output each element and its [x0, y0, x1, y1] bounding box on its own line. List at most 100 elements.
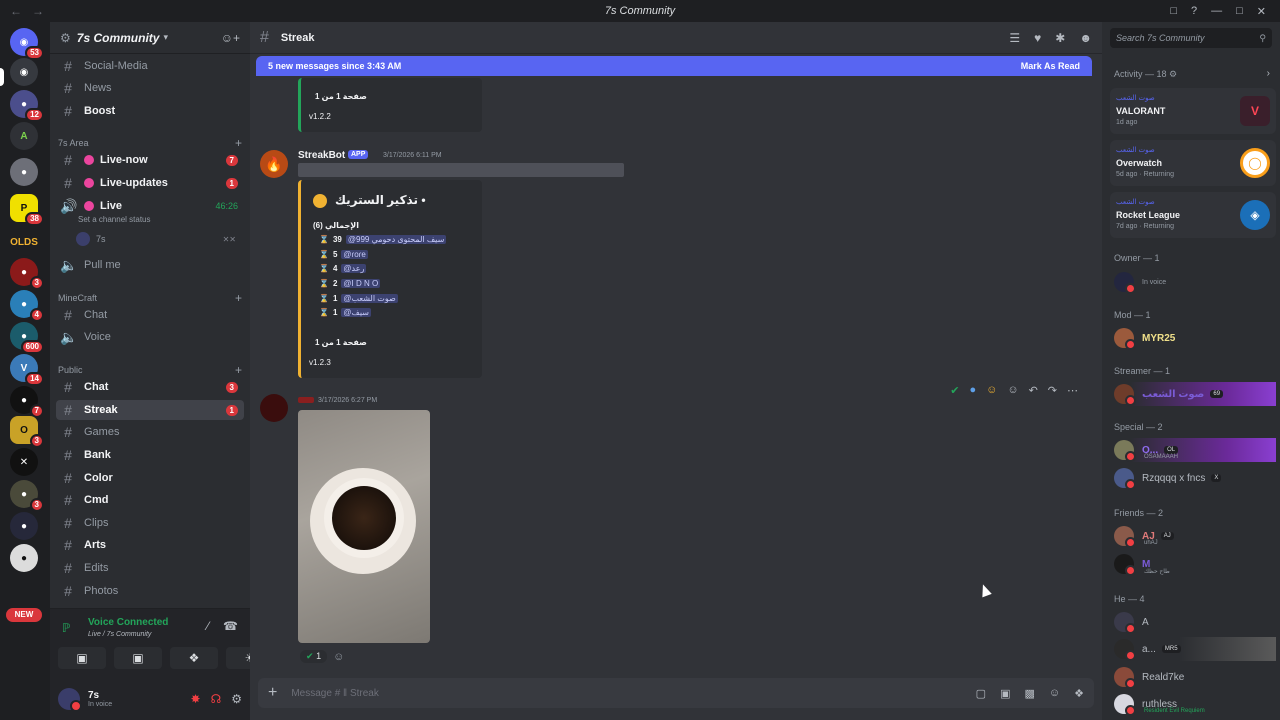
channel-news[interactable]: # News	[56, 78, 244, 98]
plus-icon[interactable]: +	[268, 684, 277, 702]
x-server-icon[interactable]: ✕	[10, 448, 38, 476]
inbox-icon[interactable]: □	[1170, 5, 1177, 17]
member-he[interactable]: A	[1114, 610, 1276, 634]
server-icon[interactable]: ● 7	[10, 386, 44, 418]
user-mention[interactable]: @سيف المحتوى دحومي 999	[345, 235, 447, 244]
server-icon[interactable]: ● 3	[10, 480, 44, 512]
channel-games[interactable]: # Games	[56, 422, 244, 442]
member-special[interactable]: O... OL OSAMAAAH	[1114, 438, 1276, 462]
mark-as-read-button[interactable]: Mark As Read	[1021, 61, 1080, 71]
voice-location[interactable]: Live / 7s Community	[88, 631, 151, 638]
apps-icon[interactable]: ❖	[1074, 687, 1084, 700]
server-icon[interactable]: ● 600	[10, 322, 44, 354]
check-reaction[interactable]: ✔ 1	[300, 650, 328, 663]
member-he[interactable]: Reald7ke	[1114, 665, 1276, 689]
server-icon[interactable]: ●	[10, 158, 38, 186]
category-7s-area[interactable]: 7s Area +	[58, 136, 242, 150]
add-reaction-icon[interactable]: ☺	[333, 651, 344, 663]
chevron-right-icon[interactable]: ›	[1267, 68, 1270, 79]
home-discord-icon[interactable]: ◉ 53	[10, 28, 44, 60]
add-channel-icon[interactable]: +	[235, 291, 242, 305]
channel-clips[interactable]: # Clips	[56, 513, 244, 533]
gif-icon[interactable]: ▣	[1000, 687, 1010, 700]
mic-muted-icon[interactable]: ✸	[191, 692, 201, 706]
server-icon[interactable]: ● 12	[10, 90, 44, 122]
forward-icon[interactable]: ↷	[1048, 384, 1057, 397]
sticker-icon[interactable]: ▩	[1024, 687, 1034, 700]
minimize-icon[interactable]: —	[1211, 5, 1222, 17]
channel-cmd[interactable]: # Cmd	[56, 490, 244, 510]
server-icon[interactable]: P 38	[10, 194, 44, 226]
bot-username[interactable]: StreakBot	[298, 150, 345, 161]
member-friend[interactable]: AJ AJ uhAJ	[1114, 524, 1276, 548]
member-mod[interactable]: MYR25	[1114, 326, 1276, 350]
voice-channel-live[interactable]: 🔊 Live 46:26	[56, 196, 244, 216]
user-mention[interactable]: @I D N O	[341, 279, 381, 288]
activity-card[interactable]: صوت الشعب VALORANT 1d ago V	[1110, 88, 1276, 134]
invite-people-icon[interactable]: ☺+	[221, 31, 240, 45]
channel-mc-chat[interactable]: # Chat	[56, 305, 244, 325]
emoji-react-icon[interactable]: ☺	[986, 384, 997, 397]
drop-react-icon[interactable]: ●	[969, 384, 976, 397]
channel-bank[interactable]: # Bank	[56, 445, 244, 465]
user-info[interactable]: 7s In voice	[88, 690, 112, 708]
guild-header[interactable]: ⚙ 7s Community ▾ ☺+	[50, 22, 250, 54]
channel-streak[interactable]: # Streak 1	[56, 400, 244, 420]
user-mention[interactable]: @سيف	[341, 308, 371, 317]
server-icon[interactable]: ◉	[10, 58, 38, 86]
add-channel-icon[interactable]: +	[235, 363, 242, 377]
pin-icon[interactable]: ✱	[1055, 31, 1065, 45]
member-list-icon[interactable]: ☻	[1079, 31, 1092, 45]
channel-photos[interactable]: # Photos	[56, 581, 244, 601]
coffee-photo-attachment[interactable]	[298, 410, 430, 643]
server-icon[interactable]: ●	[10, 512, 38, 540]
reply-icon[interactable]: ↶	[1029, 384, 1038, 397]
member-owner[interactable]: In voice	[1114, 270, 1276, 294]
user-avatar[interactable]	[260, 394, 288, 422]
category-minecraft[interactable]: MineCraft +	[58, 291, 242, 305]
server-icon[interactable]: V 14	[10, 354, 44, 386]
member-special[interactable]: Rzqqqq x fncs X	[1114, 466, 1276, 490]
category-public[interactable]: Public +	[58, 363, 242, 377]
threads-icon[interactable]: ☰	[1009, 31, 1020, 45]
member-he[interactable]: a... MR5	[1114, 637, 1276, 661]
voice-connected-status[interactable]: Voice Connected	[88, 617, 168, 628]
maximize-icon[interactable]: □	[1236, 5, 1243, 17]
voice-channel-mc-voice[interactable]: 🔈 Voice	[56, 327, 244, 347]
noise-suppression-icon[interactable]: ⁄	[207, 619, 209, 633]
activity-card[interactable]: صوت الشعب Rocket League 7d ago · Returni…	[1110, 192, 1276, 238]
help-icon[interactable]: ?	[1191, 5, 1197, 17]
user-mention[interactable]: @ɾoɾe	[341, 250, 368, 259]
screen-share-button[interactable]: ▣	[114, 647, 162, 669]
server-icon[interactable]: A	[10, 122, 38, 150]
disconnect-icon[interactable]: ☎	[223, 619, 238, 633]
bell-icon[interactable]: ♥	[1034, 31, 1041, 45]
gift-icon[interactable]: ▢	[976, 687, 986, 700]
bot-avatar[interactable]: 🔥	[260, 150, 288, 178]
add-reaction-icon[interactable]: ☺	[1007, 384, 1018, 397]
activity-header[interactable]: Activity — 18 ⚙	[1114, 69, 1177, 80]
channel-edits[interactable]: # Edits	[56, 558, 244, 578]
gear-icon[interactable]: ⚙	[231, 692, 242, 706]
activity-card[interactable]: صوت الشعب Overwatch 5d ago · Returning ◯	[1110, 140, 1276, 186]
channel-arts[interactable]: # Arts	[56, 535, 244, 555]
camera-off-button[interactable]: ▣	[58, 647, 106, 669]
server-icon[interactable]: O3	[10, 416, 44, 448]
avatar[interactable]	[58, 688, 82, 712]
channel-color[interactable]: # Color	[56, 468, 244, 488]
check-react-icon[interactable]: ✔	[950, 384, 959, 397]
voice-channel-pull-me[interactable]: 🔈 Pull me	[56, 255, 244, 275]
add-channel-icon[interactable]: +	[235, 136, 242, 150]
new-messages-bar[interactable]: 5 new messages since 3:43 AM Mark As Rea…	[256, 56, 1092, 76]
more-icon[interactable]: ⋯	[1067, 384, 1078, 397]
server-icon[interactable]: ●	[10, 544, 38, 572]
channel-social-media[interactable]: # Social-Media	[56, 56, 244, 76]
member-streamer[interactable]: صوت الشعب 69	[1114, 382, 1276, 406]
close-icon[interactable]: ✕	[1257, 5, 1266, 18]
channel-live-updates[interactable]: # Live-updates 1	[56, 173, 244, 193]
activities-button[interactable]: ❖	[170, 647, 218, 669]
member-he[interactable]: ruthless Resident Evil Requiem	[1114, 692, 1276, 716]
message-composer[interactable]: + Message # ‖ Streak ▢ ▣ ▩ ☺ ❖	[258, 678, 1094, 708]
channel-live-now[interactable]: # Live-now 7	[56, 150, 244, 170]
composer-placeholder[interactable]: Message # ‖ Streak	[291, 688, 379, 699]
